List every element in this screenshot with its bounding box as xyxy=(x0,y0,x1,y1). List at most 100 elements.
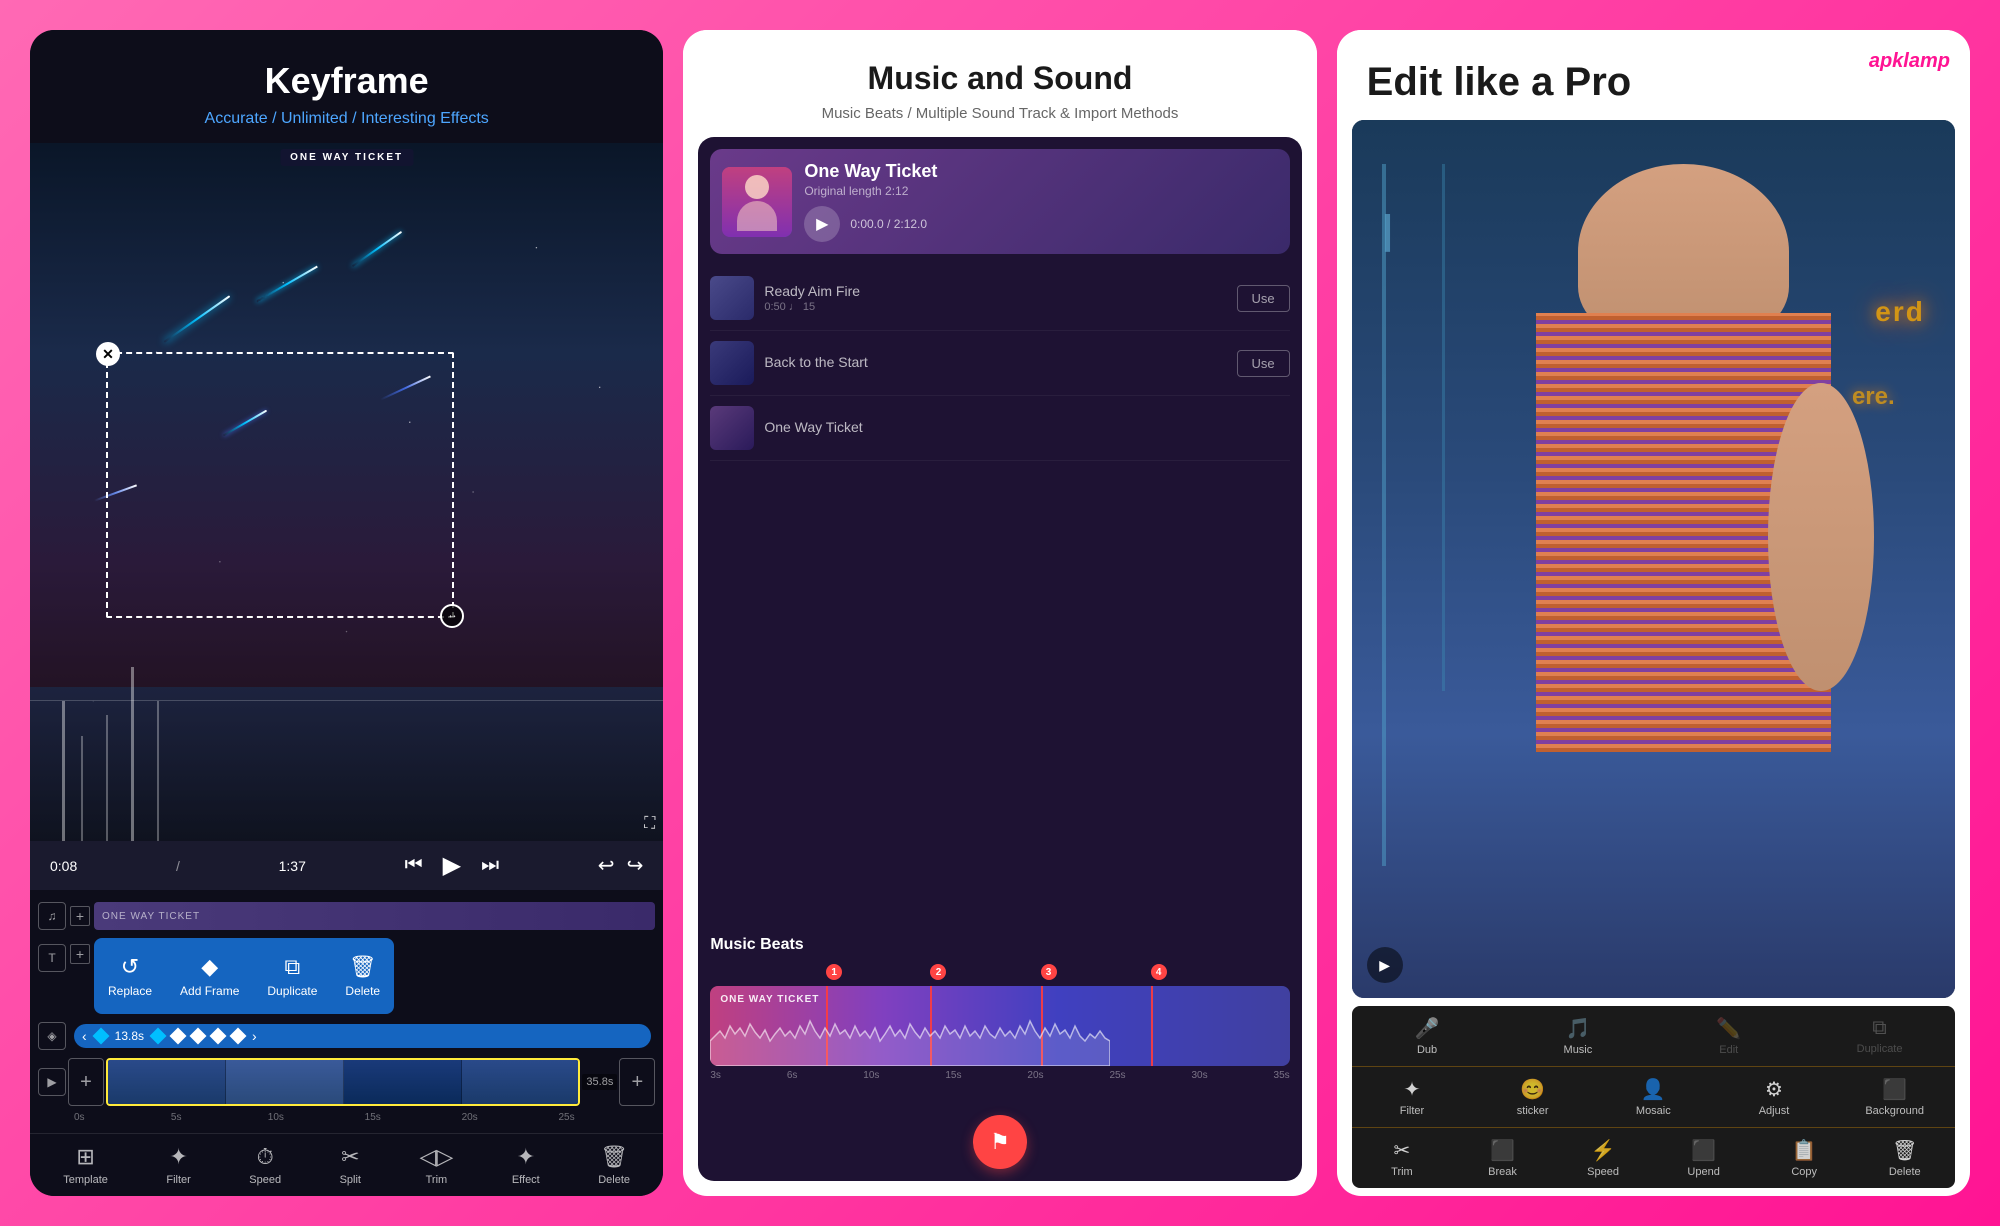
skip-back-button[interactable]: ⏮ xyxy=(405,854,423,877)
toolbar-delete[interactable]: 🗑 Delete xyxy=(598,1144,630,1186)
duplicate-icon: ⧉ xyxy=(285,954,301,980)
edit-tool-adjust[interactable]: ⚙ Adjust xyxy=(1714,1073,1835,1121)
edit-tool-copy[interactable]: 📋 Copy xyxy=(1754,1134,1855,1182)
add-frame-label: Add Frame xyxy=(180,984,239,998)
music-app: One Way Ticket Original length 2:12 ▶ 0:… xyxy=(698,137,1301,1181)
kf-next-button[interactable]: › xyxy=(252,1028,257,1044)
break-icon: ⬛ xyxy=(1490,1138,1515,1163)
kf-diamond-6[interactable] xyxy=(230,1028,247,1045)
kf-diamond-2[interactable] xyxy=(150,1028,167,1045)
music-item-1: Ready Aim Fire 0:50 ♩ 15 Use xyxy=(710,266,1289,331)
track-add-text[interactable]: + xyxy=(70,944,90,964)
water-reflection xyxy=(30,687,663,841)
delete-label: Delete xyxy=(345,984,380,998)
keyframe-title: Keyframe xyxy=(50,60,643,102)
music-play-button[interactable]: ▶ xyxy=(804,206,840,242)
girl-arm xyxy=(1768,383,1874,690)
edit-tool-mosaic[interactable]: 👤 Mosaic xyxy=(1593,1073,1714,1121)
resize-handle[interactable]: ↔ xyxy=(440,604,464,628)
edit-tool-sticker[interactable]: 😊 sticker xyxy=(1472,1073,1593,1121)
thumb-add-left[interactable]: + xyxy=(68,1058,104,1106)
dup-label: Duplicate xyxy=(1857,1043,1903,1055)
kf-diamond-3[interactable] xyxy=(170,1028,187,1045)
use-button-2[interactable]: Use xyxy=(1237,350,1290,377)
sticker-icon: 😊 xyxy=(1520,1077,1545,1102)
transport-controls: ⏮ ▶ ⏭ xyxy=(405,851,499,880)
beat-time-6s: 6s xyxy=(787,1070,798,1081)
music-track-bar: ONE WAY TICKET xyxy=(94,902,655,930)
music-thumb-1 xyxy=(710,276,754,320)
toolbar-speed[interactable]: ⏱ Speed xyxy=(249,1144,281,1186)
ruler-0s: 0s xyxy=(74,1112,171,1123)
fullscreen-button[interactable]: ⛶ xyxy=(644,815,655,833)
edit-tool-delete[interactable]: 🗑 Delete xyxy=(1854,1134,1955,1182)
beats-section-title: Music Beats xyxy=(710,936,1289,954)
ruler-15s: 15s xyxy=(365,1112,462,1123)
video-play-button[interactable]: ▶ xyxy=(1367,947,1403,983)
skip-forward-button[interactable]: ⏭ xyxy=(481,854,499,877)
beat-line-4 xyxy=(1151,986,1153,1066)
trim-label: Trim xyxy=(426,1174,448,1186)
edit-tool-duplicate: ⧉ Duplicate xyxy=(1804,1013,1955,1059)
upend-icon: ⬛ xyxy=(1691,1138,1716,1163)
speed-icon: ⏱ xyxy=(257,1144,274,1170)
screen1-header: Keyframe Accurate / Unlimited / Interest… xyxy=(30,30,663,143)
edit-tool-upend[interactable]: ⬛ Upend xyxy=(1653,1134,1754,1182)
filter-label: Filter xyxy=(166,1174,190,1186)
kf-diamond-4[interactable] xyxy=(190,1028,207,1045)
mosaic-label: Mosaic xyxy=(1636,1105,1671,1117)
edit-tool-break[interactable]: ⬛ Break xyxy=(1452,1134,1553,1182)
time-display: 0:08 xyxy=(50,858,77,874)
undo-button[interactable]: ↩ xyxy=(598,853,615,878)
track-title: One Way Ticket xyxy=(804,161,1277,182)
track-controls: ▶ 0:00.0 / 2:12.0 xyxy=(804,206,1277,242)
track-time: 0:00.0 / 2:12.0 xyxy=(850,217,927,231)
beat-marker-3-container: 3 xyxy=(1041,964,1057,980)
person-head xyxy=(745,175,769,199)
edit-tool-background[interactable]: ⬛ Background xyxy=(1834,1073,1955,1121)
thumb-filmstrip xyxy=(106,1058,580,1106)
toolbar-split[interactable]: ✂ Split xyxy=(340,1144,361,1186)
beats-section: Music Beats 1 2 3 4 xyxy=(698,924,1301,1103)
edit-tool-music[interactable]: 🎵 Music xyxy=(1502,1012,1653,1060)
toolbar-template[interactable]: ⊞ Template xyxy=(63,1144,108,1186)
ruler-25s: 25s xyxy=(558,1112,655,1123)
edit-tool-trim[interactable]: ✂ Trim xyxy=(1352,1134,1453,1182)
beats-track-label: ONE WAY TICKET xyxy=(720,994,819,1005)
filter-icon: ✦ xyxy=(169,1144,187,1170)
close-selection-button[interactable]: ✕ xyxy=(96,342,120,366)
popup-add-frame[interactable]: ◆ Add Frame xyxy=(166,946,253,1006)
popup-replace[interactable]: ↺ Replace xyxy=(94,946,166,1006)
edit-tool-filter[interactable]: ✦ Filter xyxy=(1352,1073,1473,1121)
redo-button[interactable]: ↪ xyxy=(627,853,644,878)
toolbar-effect[interactable]: ✦ Effect xyxy=(512,1144,540,1186)
video-thumb-track: ▶ + 35.8s + xyxy=(30,1058,663,1106)
popup-delete[interactable]: 🗑 Delete xyxy=(331,946,394,1006)
kf-prev-button[interactable]: ‹ xyxy=(82,1028,87,1044)
edit-tool-speed[interactable]: ⚡ Speed xyxy=(1553,1134,1654,1182)
music-item-1-name: Ready Aim Fire xyxy=(764,283,1226,299)
edit-icon: ✏️ xyxy=(1716,1016,1741,1041)
thumb-add-right[interactable]: + xyxy=(619,1058,655,1106)
beat-num-2: 2 xyxy=(930,964,946,980)
toolbar-trim[interactable]: ◁▷ Trim xyxy=(419,1144,453,1186)
track-name-overlay: ONE WAY TICKET xyxy=(280,149,413,166)
flag-button[interactable]: ⚑ xyxy=(973,1115,1027,1169)
toolbar-filter[interactable]: ✦ Filter xyxy=(166,1144,190,1186)
play-button[interactable]: ▶ xyxy=(443,851,461,880)
selection-box[interactable]: ✕ ↔ xyxy=(106,352,454,617)
popup-duplicate[interactable]: ⧉ Duplicate xyxy=(253,946,331,1006)
track-add-music[interactable]: + xyxy=(70,906,90,926)
edit-pro-title: Edit like a Pro xyxy=(1367,60,1940,105)
edit-label: Edit xyxy=(1719,1044,1738,1056)
edit-tool-dub[interactable]: 🎤 Dub xyxy=(1352,1012,1503,1060)
beat-marker-1-container: 1 xyxy=(826,964,842,980)
use-button-1[interactable]: Use xyxy=(1237,285,1290,312)
edit-toolbar-row-3: ✂ Trim ⬛ Break ⚡ Speed ⬛ Upend 📋 Copy xyxy=(1352,1128,1955,1188)
kf-diamond-5[interactable] xyxy=(210,1028,227,1045)
delete-icon: 🗑 xyxy=(349,954,377,980)
trim-icon: ◁▷ xyxy=(419,1144,453,1170)
kf-diamond-1[interactable] xyxy=(92,1028,109,1045)
background-label: Background xyxy=(1865,1105,1924,1117)
person-body xyxy=(737,201,777,231)
